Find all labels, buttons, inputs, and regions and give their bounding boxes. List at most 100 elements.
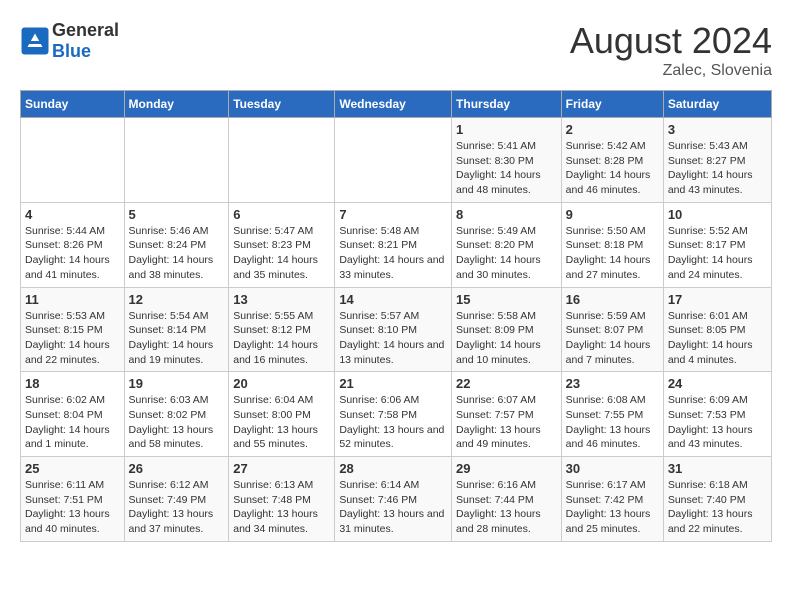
day-number: 26: [129, 461, 225, 476]
cell-info: Sunrise: 5:43 AMSunset: 8:27 PMDaylight:…: [668, 139, 767, 198]
day-number: 28: [339, 461, 447, 476]
logo: General Blue: [20, 20, 119, 62]
calendar-cell: 7 Sunrise: 5:48 AMSunset: 8:21 PMDaylight…: [335, 202, 452, 287]
day-number: 20: [233, 376, 330, 391]
cell-info: Sunrise: 6:13 AMSunset: 7:48 PMDaylight:…: [233, 478, 330, 537]
calendar-cell: 31Sunrise: 6:18 AMSunset: 7:40 PMDayligh…: [663, 457, 771, 542]
cell-info: Sunrise: 5:41 AMSunset: 8:30 PMDaylight:…: [456, 139, 557, 198]
day-of-week-header: Friday: [561, 91, 663, 118]
calendar-cell: 2 Sunrise: 5:42 AMSunset: 8:28 PMDaylight…: [561, 118, 663, 203]
calendar-cell: 22 Sunrise: 6:07 AMSunset: 7:57 PMDayligh…: [452, 372, 562, 457]
day-of-week-header: Sunday: [21, 91, 125, 118]
calendar-cell: 21 Sunrise: 6:06 AMSunset: 7:58 PMDayligh…: [335, 372, 452, 457]
cell-info: Sunrise: 5:42 AMSunset: 8:28 PMDaylight:…: [566, 139, 659, 198]
calendar-cell: 25Sunrise: 6:11 AMSunset: 7:51 PMDayligh…: [21, 457, 125, 542]
calendar-week-row: 18 Sunrise: 6:02 AMSunset: 8:04 PMDayligh…: [21, 372, 772, 457]
day-number: 9: [566, 207, 659, 222]
calendar-header-row: SundayMondayTuesdayWednesdayThursdayFrid…: [21, 91, 772, 118]
day-number: 21: [339, 376, 447, 391]
calendar-table: SundayMondayTuesdayWednesdayThursdayFrid…: [20, 90, 772, 542]
day-number: 23: [566, 376, 659, 391]
cell-info: Sunrise: 6:04 AMSunset: 8:00 PMDaylight:…: [233, 393, 330, 452]
cell-info: Sunrise: 6:08 AMSunset: 7:55 PMDaylight:…: [566, 393, 659, 452]
cell-info: Sunrise: 5:44 AMSunset: 8:26 PMDaylight:…: [25, 224, 120, 283]
day-number: 5: [129, 207, 225, 222]
calendar-cell: 14Sunrise: 5:57 AMSunset: 8:10 PMDayligh…: [335, 287, 452, 372]
day-number: 29: [456, 461, 557, 476]
cell-info: Sunrise: 6:06 AMSunset: 7:58 PMDaylight:…: [339, 393, 447, 452]
day-number: 10: [668, 207, 767, 222]
calendar-cell: [335, 118, 452, 203]
calendar-cell: [124, 118, 229, 203]
day-number: 15: [456, 292, 557, 307]
cell-info: Sunrise: 6:07 AMSunset: 7:57 PMDaylight:…: [456, 393, 557, 452]
logo-text-general: General: [52, 20, 119, 40]
calendar-cell: [229, 118, 335, 203]
calendar-week-row: 1 Sunrise: 5:41 AMSunset: 8:30 PMDaylight…: [21, 118, 772, 203]
calendar-cell: 9 Sunrise: 5:50 AMSunset: 8:18 PMDaylight…: [561, 202, 663, 287]
day-number: 22: [456, 376, 557, 391]
calendar-cell: 5 Sunrise: 5:46 AMSunset: 8:24 PMDaylight…: [124, 202, 229, 287]
title-block: August 2024 Zalec, Slovenia: [570, 20, 772, 80]
day-of-week-header: Wednesday: [335, 91, 452, 118]
cell-info: Sunrise: 6:09 AMSunset: 7:53 PMDaylight:…: [668, 393, 767, 452]
day-number: 30: [566, 461, 659, 476]
calendar-cell: 15Sunrise: 5:58 AMSunset: 8:09 PMDayligh…: [452, 287, 562, 372]
calendar-cell: 12Sunrise: 5:54 AMSunset: 8:14 PMDayligh…: [124, 287, 229, 372]
calendar-cell: 3Sunrise: 5:43 AMSunset: 8:27 PMDaylight…: [663, 118, 771, 203]
calendar-cell: 20 Sunrise: 6:04 AMSunset: 8:00 PMDayligh…: [229, 372, 335, 457]
cell-info: Sunrise: 6:12 AMSunset: 7:49 PMDaylight:…: [129, 478, 225, 537]
calendar-cell: 10 Sunrise: 5:52 AMSunset: 8:17 PMDayligh…: [663, 202, 771, 287]
day-of-week-header: Saturday: [663, 91, 771, 118]
page-header: General Blue August 2024 Zalec, Slovenia: [20, 20, 772, 80]
cell-info: Sunrise: 6:18 AMSunset: 7:40 PMDaylight:…: [668, 478, 767, 537]
cell-info: Sunrise: 5:52 AMSunset: 8:17 PMDaylight:…: [668, 224, 767, 283]
calendar-cell: 6 Sunrise: 5:47 AMSunset: 8:23 PMDaylight…: [229, 202, 335, 287]
calendar-week-row: 11 Sunrise: 5:53 AMSunset: 8:15 PMDayligh…: [21, 287, 772, 372]
day-number: 1: [456, 122, 557, 137]
calendar-cell: 23 Sunrise: 6:08 AMSunset: 7:55 PMDayligh…: [561, 372, 663, 457]
calendar-cell: 28Sunrise: 6:14 AMSunset: 7:46 PMDayligh…: [335, 457, 452, 542]
calendar-cell: 8Sunrise: 5:49 AMSunset: 8:20 PMDaylight…: [452, 202, 562, 287]
calendar-week-row: 4Sunrise: 5:44 AMSunset: 8:26 PMDaylight…: [21, 202, 772, 287]
cell-info: Sunrise: 5:50 AMSunset: 8:18 PMDaylight:…: [566, 224, 659, 283]
day-number: 18: [25, 376, 120, 391]
calendar-cell: 1 Sunrise: 5:41 AMSunset: 8:30 PMDaylight…: [452, 118, 562, 203]
day-number: 11: [25, 292, 120, 307]
day-number: 16: [566, 292, 659, 307]
day-of-week-header: Tuesday: [229, 91, 335, 118]
day-number: 6: [233, 207, 330, 222]
cell-info: Sunrise: 5:46 AMSunset: 8:24 PMDaylight:…: [129, 224, 225, 283]
day-number: 2: [566, 122, 659, 137]
day-number: 19: [129, 376, 225, 391]
cell-info: Sunrise: 5:55 AMSunset: 8:12 PMDaylight:…: [233, 309, 330, 368]
day-number: 14: [339, 292, 447, 307]
cell-info: Sunrise: 6:11 AMSunset: 7:51 PMDaylight:…: [25, 478, 120, 537]
subtitle: Zalec, Slovenia: [570, 62, 772, 80]
cell-info: Sunrise: 5:47 AMSunset: 8:23 PMDaylight:…: [233, 224, 330, 283]
cell-info: Sunrise: 5:49 AMSunset: 8:20 PMDaylight:…: [456, 224, 557, 283]
calendar-cell: 29 Sunrise: 6:16 AMSunset: 7:44 PMDayligh…: [452, 457, 562, 542]
calendar-cell: [21, 118, 125, 203]
calendar-cell: 27Sunrise: 6:13 AMSunset: 7:48 PMDayligh…: [229, 457, 335, 542]
logo-text-blue: Blue: [52, 41, 91, 61]
cell-info: Sunrise: 5:53 AMSunset: 8:15 PMDaylight:…: [25, 309, 120, 368]
cell-info: Sunrise: 5:48 AMSunset: 8:21 PMDaylight:…: [339, 224, 447, 283]
calendar-week-row: 25Sunrise: 6:11 AMSunset: 7:51 PMDayligh…: [21, 457, 772, 542]
calendar-cell: 11 Sunrise: 5:53 AMSunset: 8:15 PMDayligh…: [21, 287, 125, 372]
cell-info: Sunrise: 6:02 AMSunset: 8:04 PMDaylight:…: [25, 393, 120, 452]
cell-info: Sunrise: 6:17 AMSunset: 7:42 PMDaylight:…: [566, 478, 659, 537]
calendar-cell: 13 Sunrise: 5:55 AMSunset: 8:12 PMDayligh…: [229, 287, 335, 372]
cell-info: Sunrise: 6:03 AMSunset: 8:02 PMDaylight:…: [129, 393, 225, 452]
calendar-cell: 17Sunrise: 6:01 AMSunset: 8:05 PMDayligh…: [663, 287, 771, 372]
calendar-cell: 19 Sunrise: 6:03 AMSunset: 8:02 PMDayligh…: [124, 372, 229, 457]
cell-info: Sunrise: 6:16 AMSunset: 7:44 PMDaylight:…: [456, 478, 557, 537]
day-number: 13: [233, 292, 330, 307]
logo-icon: [20, 26, 50, 56]
calendar-cell: 24Sunrise: 6:09 AMSunset: 7:53 PMDayligh…: [663, 372, 771, 457]
calendar-cell: 30 Sunrise: 6:17 AMSunset: 7:42 PMDayligh…: [561, 457, 663, 542]
cell-info: Sunrise: 5:54 AMSunset: 8:14 PMDaylight:…: [129, 309, 225, 368]
day-of-week-header: Thursday: [452, 91, 562, 118]
day-number: 7: [339, 207, 447, 222]
main-title: August 2024: [570, 20, 772, 62]
